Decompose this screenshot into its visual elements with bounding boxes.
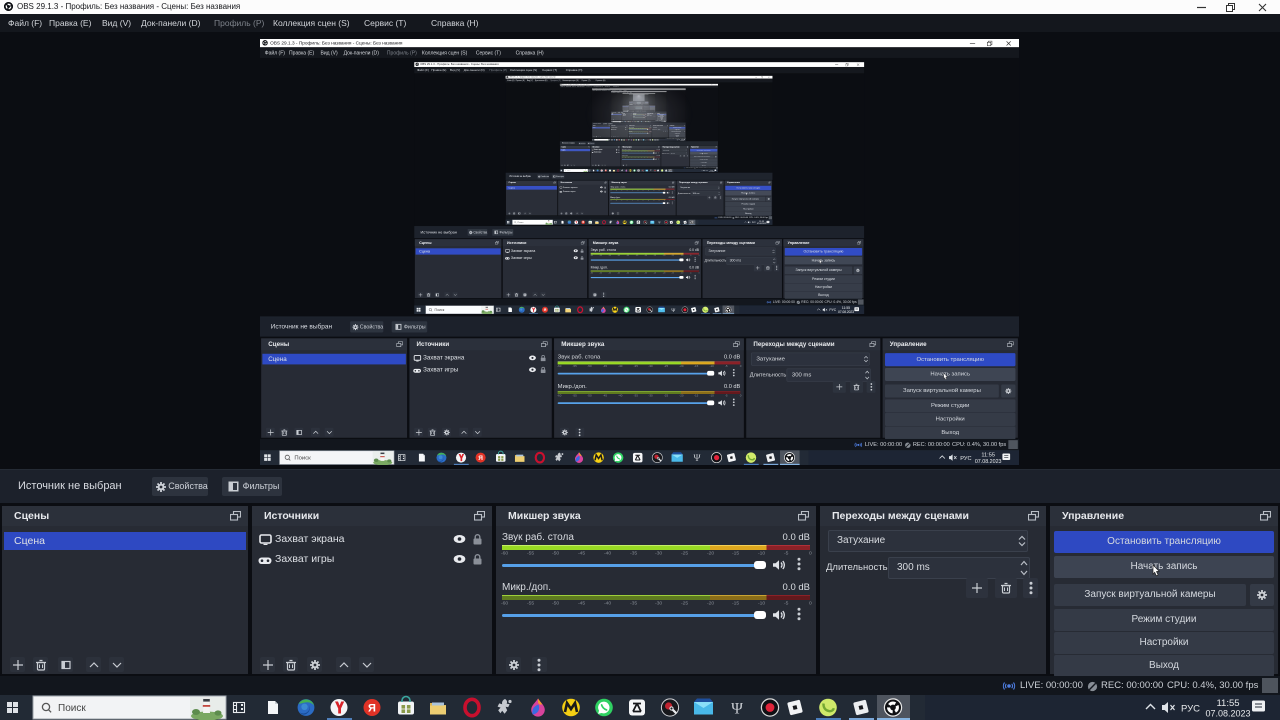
svg-text:РУС: РУС xyxy=(1181,704,1200,715)
svg-text:Ψ: Ψ xyxy=(694,454,701,464)
svg-text:Поиск: Поиск xyxy=(294,455,311,461)
svg-text:Я: Я xyxy=(368,703,376,715)
svg-text:07.08.2023: 07.08.2023 xyxy=(838,309,854,313)
svg-text:Поиск: Поиск xyxy=(435,307,445,311)
svg-text:07.08.2023: 07.08.2023 xyxy=(975,458,1002,464)
svg-text:Поиск: Поиск xyxy=(58,703,86,714)
svg-text:07.08.2023: 07.08.2023 xyxy=(757,222,766,224)
svg-text:Я: Я xyxy=(544,307,547,311)
svg-text:Поиск: Поиск xyxy=(518,221,524,223)
svg-text:11:55: 11:55 xyxy=(981,452,995,458)
svg-text:11:55: 11:55 xyxy=(1216,698,1239,709)
svg-text:РУС: РУС xyxy=(752,221,757,223)
svg-text:Я: Я xyxy=(478,454,483,461)
svg-text:РУС: РУС xyxy=(829,307,836,311)
svg-text:РУС: РУС xyxy=(960,455,971,461)
svg-text:07.08.2023: 07.08.2023 xyxy=(1205,709,1250,719)
svg-text:Ψ: Ψ xyxy=(731,701,743,718)
svg-text:11:55: 11:55 xyxy=(842,305,850,309)
